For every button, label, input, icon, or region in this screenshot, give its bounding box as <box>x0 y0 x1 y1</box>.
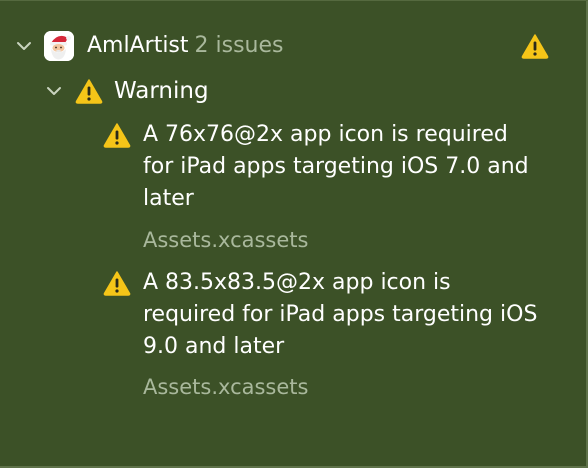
divider <box>0 0 588 1</box>
issue-message[interactable]: A 76x76@2x app icon is required for iPad… <box>143 119 543 215</box>
issue-message[interactable]: A 83.5x83.5@2x app icon is required for … <box>143 267 543 363</box>
issue-file[interactable]: Assets.xcassets <box>143 373 308 401</box>
project-title[interactable]: AmlArtist 2 issues <box>87 32 283 60</box>
group-label-warning[interactable]: Warning <box>114 76 209 106</box>
chevron-down-icon[interactable] <box>46 83 62 99</box>
warning-triangle-icon <box>521 33 549 59</box>
issue-file[interactable]: Assets.xcassets <box>143 226 308 254</box>
chevron-down-icon[interactable] <box>16 38 32 54</box>
project-name: AmlArtist <box>87 33 189 58</box>
santa-app-icon <box>44 31 74 61</box>
warning-triangle-icon <box>103 122 131 148</box>
warning-triangle-icon <box>103 270 131 296</box>
warning-triangle-icon <box>75 78 103 104</box>
issue-count: 2 issues <box>194 33 284 58</box>
